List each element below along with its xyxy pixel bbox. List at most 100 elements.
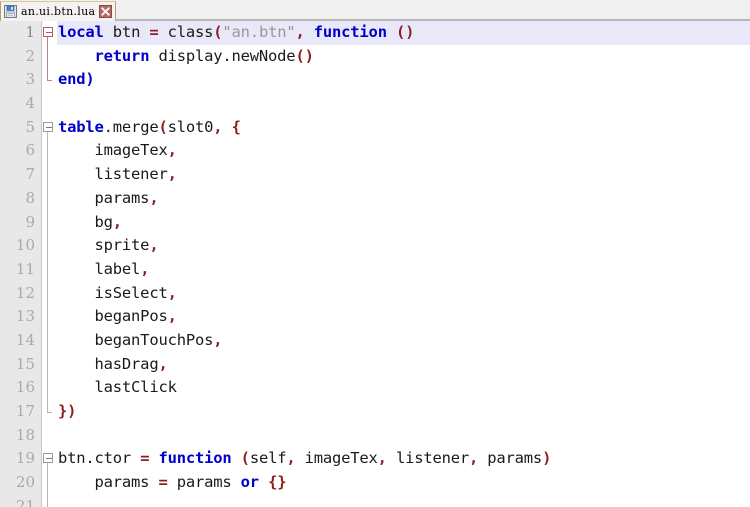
- code-line-4[interactable]: 4: [0, 92, 750, 116]
- code-text[interactable]: params = params or {}: [57, 471, 750, 495]
- fold-cell[interactable]: [42, 281, 57, 306]
- code-token: ,: [158, 354, 168, 373]
- code-text[interactable]: bg,: [57, 211, 750, 235]
- code-text[interactable]: label,: [57, 258, 750, 282]
- code-token: params: [58, 473, 159, 492]
- code-text[interactable]: return display.newNode(): [57, 45, 750, 69]
- code-token: table: [58, 117, 104, 136]
- code-line-9[interactable]: 9 bg,: [0, 210, 750, 235]
- fold-toggle-collapse-icon[interactable]: [43, 121, 53, 132]
- fold-cell[interactable]: [42, 186, 57, 211]
- code-text[interactable]: imageTex,: [57, 139, 750, 163]
- code-token: ,: [167, 307, 177, 326]
- fold-guide-line: [47, 37, 48, 45]
- code-line-15[interactable]: 15 hasDrag,: [0, 352, 750, 377]
- fold-toggle-collapse-icon[interactable]: [43, 453, 53, 464]
- code-token: ,: [295, 23, 305, 41]
- code-text[interactable]: btn.ctor = function (self, imageTex, lis…: [57, 447, 750, 471]
- fold-guide-end: [47, 400, 48, 412]
- fold-cell[interactable]: [42, 44, 57, 69]
- code-line-20[interactable]: 20 params = params or {}: [0, 471, 750, 495]
- code-line-7[interactable]: 7 listener,: [0, 163, 750, 187]
- fold-cell[interactable]: [42, 447, 57, 472]
- code-token: ,: [112, 212, 122, 231]
- fold-cell[interactable]: [42, 139, 57, 164]
- code-token: beganPos: [58, 307, 168, 326]
- fold-cell[interactable]: [42, 210, 57, 235]
- code-text[interactable]: params,: [57, 187, 750, 211]
- code-line-2[interactable]: 2 return display.newNode(): [0, 44, 750, 69]
- code-text[interactable]: [57, 424, 750, 448]
- code-token: "an.btn": [222, 23, 296, 41]
- fold-cell[interactable]: [42, 400, 57, 424]
- fold-cell[interactable]: [42, 68, 57, 92]
- fold-cell[interactable]: [42, 352, 57, 377]
- code-line-5[interactable]: 5 table.merge(slot0, {: [0, 116, 750, 140]
- code-token: params: [478, 449, 543, 468]
- fold-cell[interactable]: [42, 494, 57, 507]
- close-x-icon[interactable]: [99, 5, 113, 18]
- fold-cell[interactable]: [42, 471, 57, 495]
- code-line-19[interactable]: 19 btn.ctor = function (self, imageTex, l…: [0, 447, 750, 472]
- code-line-13[interactable]: 13 beganPos,: [0, 305, 750, 329]
- code-token: or: [240, 473, 259, 492]
- code-line-11[interactable]: 11 label,: [0, 257, 750, 282]
- code-line-8[interactable]: 8 params,: [0, 186, 750, 211]
- code-token: {}: [268, 473, 287, 492]
- code-token: ,: [167, 283, 177, 302]
- code-token: hasDrag: [58, 354, 159, 373]
- code-text[interactable]: beganTouchPos,: [57, 329, 750, 353]
- fold-cell[interactable]: [42, 305, 57, 329]
- code-token: =: [158, 473, 168, 492]
- code-text[interactable]: beganPos,: [57, 305, 750, 329]
- code-text[interactable]: [57, 495, 750, 507]
- code-lines-container[interactable]: 1 local btn = class("an.btn", function ()…: [0, 21, 750, 507]
- code-text[interactable]: table.merge(slot0, {: [57, 116, 750, 140]
- line-number-3: 3: [25, 70, 35, 89]
- fold-cell[interactable]: [42, 328, 57, 353]
- code-line-10[interactable]: 10 sprite,: [0, 234, 750, 258]
- code-text[interactable]: }): [57, 400, 750, 424]
- fold-guide-line: [47, 328, 48, 353]
- code-line-6[interactable]: 6 imageTex,: [0, 139, 750, 164]
- code-line-3[interactable]: 3 end): [0, 68, 750, 92]
- code-token: ,: [213, 330, 223, 349]
- fold-cell[interactable]: [42, 234, 57, 258]
- code-text[interactable]: sprite,: [57, 234, 750, 258]
- fold-cell[interactable]: [42, 92, 57, 116]
- code-token: label: [58, 259, 141, 278]
- tab-title: an.ui.btn.lua: [21, 5, 96, 18]
- code-text[interactable]: hasDrag,: [57, 353, 750, 377]
- fold-guide-line: [47, 463, 48, 472]
- code-text[interactable]: isSelect,: [57, 282, 750, 306]
- code-line-21[interactable]: 21: [0, 494, 750, 507]
- fold-guide-line: [47, 234, 48, 258]
- fold-cell[interactable]: [42, 116, 57, 140]
- code-token: imageTex: [295, 449, 378, 468]
- code-line-18[interactable]: 18: [0, 424, 750, 448]
- code-token: }): [58, 402, 77, 420]
- fold-cell[interactable]: [42, 21, 57, 45]
- fold-cell[interactable]: [42, 376, 57, 400]
- code-line-17[interactable]: 17}): [0, 400, 750, 424]
- code-line-1[interactable]: 1 local btn = class("an.btn", function (): [0, 21, 750, 45]
- line-number-13: 13: [15, 307, 35, 326]
- editor-tab-an-ui-btn-lua[interactable]: an.ui.btn.lua: [0, 1, 117, 21]
- fold-cell[interactable]: [42, 257, 57, 282]
- line-number-1: 1: [25, 23, 35, 41]
- code-text[interactable]: listener,: [57, 163, 750, 187]
- code-text[interactable]: lastClick: [57, 376, 750, 400]
- fold-toggle-collapse-icon[interactable]: [43, 27, 53, 37]
- code-line-16[interactable]: 16 lastClick: [0, 376, 750, 400]
- code-text[interactable]: end): [57, 68, 750, 92]
- code-line-12[interactable]: 12 isSelect,: [0, 281, 750, 306]
- code-token: (): [295, 46, 314, 65]
- code-line-14[interactable]: 14 beganTouchPos,: [0, 328, 750, 353]
- code-text[interactable]: [57, 92, 750, 116]
- code-editor[interactable]: 1 local btn = class("an.btn", function ()…: [0, 21, 750, 507]
- fold-cell[interactable]: [42, 424, 57, 448]
- code-token: sprite: [58, 236, 150, 255]
- fold-cell[interactable]: [42, 163, 57, 187]
- code-token: isSelect: [58, 283, 168, 302]
- code-text[interactable]: local btn = class("an.btn", function (): [57, 21, 750, 45]
